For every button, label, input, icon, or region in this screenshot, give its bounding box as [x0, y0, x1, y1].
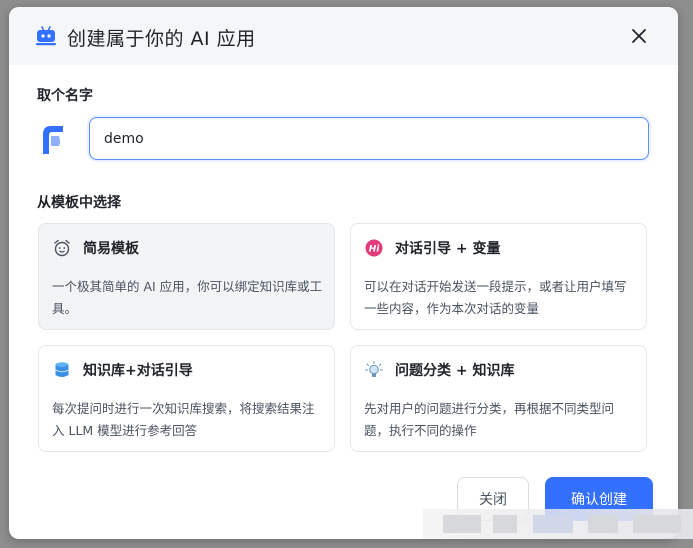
template-card-chat-guide[interactable]: Hi 对话引导 + 变量 可以在对话开始发送一段提示，或者让用户填写一些内容，作… — [350, 223, 647, 330]
template-card-desc: 每次提问时进行一次知识库搜索，将搜索结果注入 LLM 模型进行参考回答 — [52, 401, 315, 438]
name-section-label: 取个名字 — [37, 88, 93, 104]
dialog-header: 创建属于你的 AI 应用 — [9, 7, 678, 65]
svg-text:Hi: Hi — [369, 245, 381, 255]
template-card-simple[interactable]: 简易模板 一个极其简单的 AI 应用，你可以绑定知识库或工具。 — [38, 223, 335, 330]
template-card-title: 知识库+对话引导 — [83, 363, 193, 379]
template-card-desc: 可以在对话开始发送一段提示，或者让用户填写一些内容，作为本次对话的变量 — [364, 279, 627, 316]
template-card-question-classify[interactable]: 问题分类 + 知识库 先对用户的问题进行分类，再根据不同类型问题，执行不同的操作 — [350, 345, 647, 452]
close-icon — [632, 29, 646, 43]
template-card-title: 简易模板 — [83, 241, 139, 257]
watermark-blur — [423, 509, 693, 539]
template-card-knowledge-base[interactable]: 知识库+对话引导 每次提问时进行一次知识库搜索，将搜索结果注入 LLM 模型进行… — [38, 345, 335, 452]
dialog-title: 创建属于你的 AI 应用 — [67, 28, 256, 50]
database-icon — [52, 360, 72, 380]
template-card-title: 问题分类 + 知识库 — [395, 363, 515, 379]
app-avatar-icon[interactable] — [39, 122, 67, 156]
app-name-input[interactable] — [89, 117, 649, 160]
lightbulb-icon — [364, 360, 384, 380]
template-section-label: 从模板中选择 — [37, 195, 121, 211]
template-card-desc: 先对用户的问题进行分类，再根据不同类型问题，执行不同的操作 — [364, 401, 615, 438]
robot-icon — [36, 26, 56, 46]
alarm-clock-icon — [52, 238, 72, 258]
hi-badge-icon: Hi — [364, 238, 384, 258]
template-card-desc: 一个极其简单的 AI 应用，你可以绑定知识库或工具。 — [52, 279, 323, 316]
close-button[interactable] — [626, 23, 652, 49]
create-app-dialog: 创建属于你的 AI 应用 取个名字 从模板中选择 简易模板 一个极其简单的 AI… — [9, 7, 678, 539]
template-card-title: 对话引导 + 变量 — [395, 241, 501, 257]
